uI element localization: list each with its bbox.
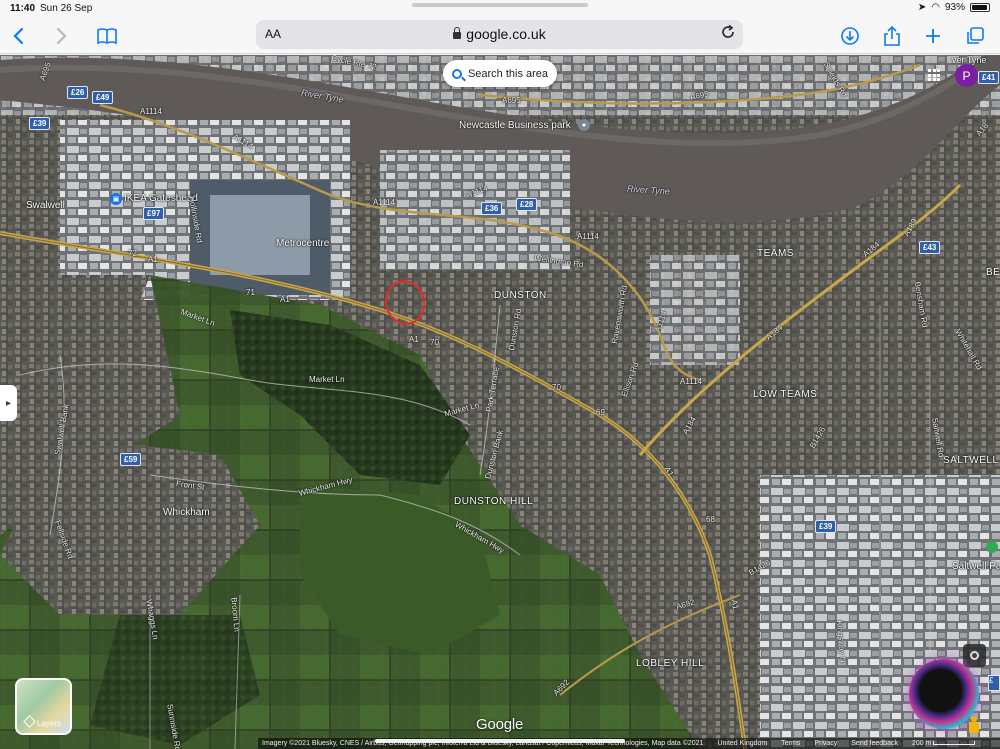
location-icon: ➤: [917, 2, 927, 13]
plus-icon: [926, 29, 940, 43]
fuel-price-shield[interactable]: £26: [67, 86, 89, 99]
privacy-link[interactable]: Privacy: [814, 740, 837, 747]
apps-grid-icon[interactable]: [928, 69, 940, 81]
terms-link[interactable]: Terms: [781, 740, 800, 747]
map-view[interactable]: Newcastle Business park ● ▣ IKEA Gateshe…: [0, 55, 1000, 749]
fuel-price-shield[interactable]: £59: [120, 453, 142, 466]
reload-button[interactable]: [721, 24, 735, 43]
label-lobley-hill: LOBLEY HILL: [636, 658, 705, 669]
fuel-price-shield[interactable]: £97: [143, 207, 165, 220]
label-junction-72: 72: [128, 249, 137, 258]
label-swalwell: Swalwell: [26, 200, 65, 211]
shop-icon[interactable]: ▣: [110, 193, 122, 205]
address-bar[interactable]: AA google.co.uk: [256, 20, 743, 49]
label-junction-70-a: 70: [430, 338, 439, 347]
label-junction-69: 69: [596, 408, 605, 417]
label-low-teams: LOW TEAMS: [753, 389, 818, 400]
label-junction-70-b: 70: [552, 383, 561, 392]
label-metrocentre[interactable]: Metrocentre: [276, 238, 329, 249]
map-attribution: Imagery ©2021 Bluesky, CNES / Airbus, Ge…: [258, 738, 1000, 749]
search-this-area-label: Search this area: [467, 67, 549, 80]
street-view-pegman-icon[interactable]: [968, 716, 980, 734]
satellite-imagery: [0, 55, 1000, 749]
reload-icon: [722, 24, 734, 38]
park-icon[interactable]: [986, 541, 998, 553]
label-teams: TEAMS: [757, 248, 794, 259]
chevron-right-icon: [56, 27, 67, 45]
back-button[interactable]: [5, 22, 33, 50]
fuel-price-shield[interactable]: £28: [516, 198, 538, 211]
label-newcastle-business-park[interactable]: Newcastle Business park: [459, 120, 571, 131]
home-indicator[interactable]: [375, 739, 625, 743]
chevron-left-icon: [13, 27, 24, 45]
book-icon: [97, 28, 117, 45]
forward-button[interactable]: [47, 22, 75, 50]
fuel-price-shield[interactable]: £41: [978, 71, 1000, 84]
label-dunston: DUNSTON: [494, 290, 547, 301]
fuel-price-shield[interactable]: £: [988, 675, 1000, 691]
lock-icon: [453, 27, 462, 39]
share-icon: [884, 25, 900, 46]
fuel-price-shield[interactable]: £49: [92, 91, 114, 104]
label-bensham-partial: BE: [986, 267, 1000, 278]
label-dunston-hill: DUNSTON HILL: [454, 496, 534, 507]
label-road-a1114-c: A1114: [373, 198, 395, 207]
battery-percent: 93%: [944, 2, 965, 13]
multitasking-indicator[interactable]: [412, 3, 588, 7]
share-button[interactable]: [878, 22, 906, 50]
location-target-icon: [970, 651, 979, 660]
url-display[interactable]: google.co.uk: [256, 26, 743, 42]
search-this-area-button[interactable]: Search this area: [443, 60, 557, 87]
layers-icon: [23, 715, 36, 728]
label-road-a1-c: A1: [409, 335, 419, 344]
label-road-a1114-a: A1114: [140, 107, 162, 116]
downloads-button[interactable]: [836, 22, 864, 50]
layers-button[interactable]: Layers: [15, 678, 72, 735]
browser-toolbar: AA google.co.uk: [0, 18, 1000, 54]
new-tab-button[interactable]: [919, 22, 947, 50]
label-saltwell-park[interactable]: Saltwell Park: [952, 561, 1000, 572]
my-location-button[interactable]: [963, 644, 986, 667]
expand-side-panel-button[interactable]: ▸: [0, 385, 17, 421]
scale-bar: [933, 741, 976, 745]
country-label[interactable]: United Kingdom: [717, 740, 767, 747]
battery-icon: [970, 3, 990, 12]
fuel-price-shield[interactable]: £39: [815, 520, 837, 533]
url-text: google.co.uk: [466, 26, 546, 42]
send-feedback-link[interactable]: Send feedback: [851, 740, 898, 747]
wifi-icon: ◠: [931, 2, 940, 13]
label-road-a1-a: A1: [148, 255, 158, 264]
layers-label: Layers: [37, 719, 62, 728]
status-indicators: ➤ ◠ 93%: [918, 2, 990, 13]
google-logo: Google: [476, 716, 524, 733]
bookmarks-button[interactable]: [93, 22, 121, 50]
label-road-market-b: Market Ln: [309, 375, 345, 384]
account-avatar[interactable]: P: [955, 64, 978, 87]
label-road-a695-mid: A695: [502, 96, 521, 105]
fuel-price-shield[interactable]: £43: [919, 241, 941, 254]
scale-label[interactable]: 200 m: [912, 740, 976, 747]
label-saltwell: SALTWELL: [943, 455, 999, 466]
label-road-a1114-e: A1114: [577, 232, 599, 241]
fuel-price-shield[interactable]: £39: [29, 117, 51, 130]
tabs-icon: [967, 27, 984, 44]
label-junction-71-a: 71: [246, 288, 255, 297]
label-road-a1-e: A1: [729, 598, 741, 611]
label-road-a1114-g: A1114: [680, 377, 702, 386]
download-icon: [841, 27, 859, 45]
status-date: Sun 26 Sep: [40, 3, 93, 14]
status-bar: 11:40 Sun 26 Sep ➤ ◠ 93%: [0, 0, 1000, 18]
search-icon: [451, 68, 462, 79]
label-whickham: Whickham: [163, 507, 210, 518]
label-road-a1-b: A1: [280, 295, 290, 304]
tabs-button[interactable]: [961, 22, 989, 50]
business-park-icon[interactable]: ●: [578, 119, 590, 131]
chevron-right-icon: ▸: [5, 397, 12, 409]
label-junction-68: 68: [706, 515, 715, 524]
fuel-price-shield[interactable]: £36: [481, 202, 503, 215]
status-time: 11:40: [10, 3, 36, 14]
